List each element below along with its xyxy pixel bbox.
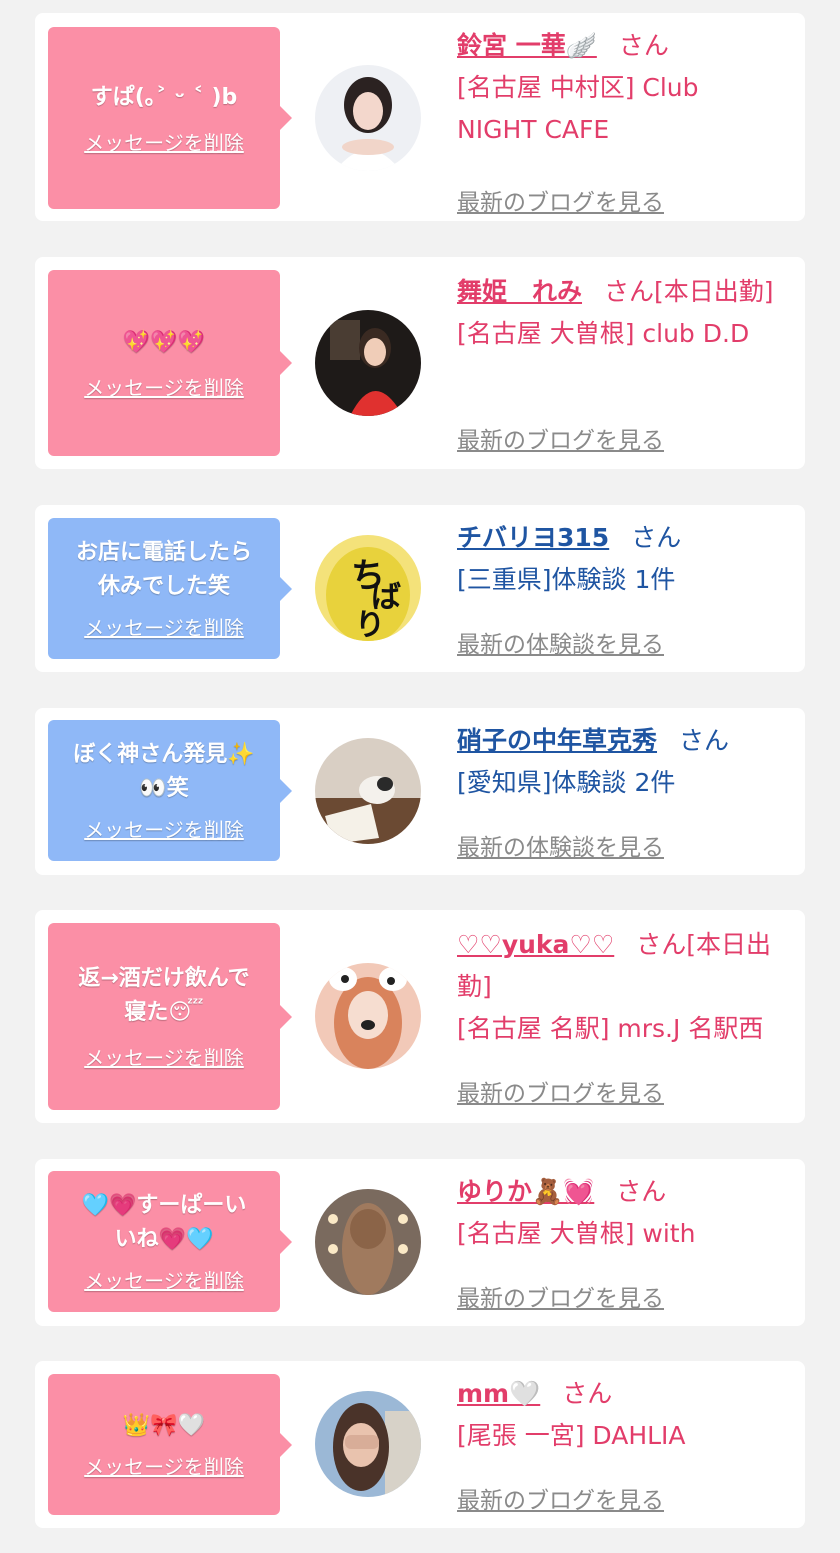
message-card: 返→酒だけ飲んで 寝た😴 メッセージを削除 ♡♡yuka♡♡ さん[本日出勤] [… [35, 910, 805, 1123]
message-bubble: 👑🎀🤍 メッセージを削除 [48, 1374, 292, 1515]
latest-blog-link[interactable]: 最新のブログを見る [457, 1481, 664, 1515]
avatar[interactable] [315, 1189, 421, 1295]
avatar[interactable] [315, 963, 421, 1069]
profile-name-link[interactable]: mm🤍 [457, 1379, 540, 1408]
message-text: すぱ(｡˃ ᵕ ˂ )b [90, 84, 238, 110]
profile-name-link[interactable]: 硝子の中年草克秀 [457, 726, 657, 755]
profile-info: チバリヨ315 さん [三重県]体験談 1件 最新の体験談を見る [457, 517, 797, 658]
review-info: [愛知県]体験談 2件 [457, 768, 676, 797]
message-bubble: 🩵💗すーぱーい いね💗🩵 メッセージを削除 [48, 1171, 292, 1312]
delete-message-link[interactable]: メッセージを削除 [84, 1265, 244, 1294]
message-text: 👑🎀🤍 [122, 1413, 206, 1438]
review-info: [三重県]体験談 1件 [457, 565, 676, 594]
avatar[interactable] [315, 310, 421, 416]
profile-name-link[interactable]: ♡♡yuka♡♡ [457, 930, 614, 959]
message-bubble: 💖💖💖 メッセージを削除 [48, 270, 292, 456]
delete-message-link[interactable]: メッセージを削除 [84, 372, 244, 401]
message-card: ぼく神さん発見✨ 👀笑 メッセージを削除 硝子の中年草克秀 さん [愛知県]体験談… [35, 708, 805, 875]
latest-review-link[interactable]: 最新の体験談を見る [457, 828, 664, 862]
message-card: すぱ(｡˃ ᵕ ˂ )b メッセージを削除 鈴宮 一華🪽 さん [名古屋 中村区]… [35, 13, 805, 221]
latest-blog-link[interactable]: 最新のブログを見る [457, 183, 664, 217]
profile-info: 硝子の中年草克秀 さん [愛知県]体験談 2件 最新の体験談を見る [457, 720, 797, 861]
shop-info: [名古屋 大曽根] with [457, 1219, 696, 1248]
shop-info: [名古屋 名駅] mrs.J 名駅西 [457, 1014, 764, 1043]
honorific: さん [679, 726, 730, 755]
profile-info: 舞姫 れみ さん[本日出勤] [名古屋 大曽根] club D.D 最新のブログを… [457, 271, 797, 454]
honorific: さん [616, 1177, 667, 1206]
message-list: すぱ(｡˃ ᵕ ˂ )b メッセージを削除 鈴宮 一華🪽 さん [名古屋 中村区]… [0, 0, 840, 1553]
shop-info: [名古屋 大曽根] club D.D [457, 319, 750, 348]
message-text: お店に電話したら 休みでした笑 [75, 540, 252, 599]
avatar[interactable] [315, 1391, 421, 1497]
svg-text:り: り [355, 608, 385, 641]
latest-blog-link[interactable]: 最新のブログを見る [457, 421, 664, 455]
honorific: さん [562, 1379, 613, 1408]
profile-name-link[interactable]: ゆりか🧸💓 [457, 1177, 594, 1206]
profile-info: mm🤍 さん [尾張 一宮] DAHLIA 最新のブログを見る [457, 1373, 797, 1514]
delete-message-link[interactable]: メッセージを削除 [84, 1451, 244, 1480]
message-text: 返→酒だけ飲んで 寝た😴 [78, 966, 250, 1025]
profile-info: ゆりか🧸💓 さん [名古屋 大曽根] with 最新のブログを見る [457, 1171, 797, 1312]
message-card: 👑🎀🤍 メッセージを削除 mm🤍 さん [尾張 一宮] DAHLIA 最新のブログ… [35, 1361, 805, 1528]
latest-review-link[interactable]: 最新の体験談を見る [457, 625, 664, 659]
message-card: お店に電話したら 休みでした笑 メッセージを削除 ち ば り チバリヨ315 さん… [35, 505, 805, 672]
delete-message-link[interactable]: メッセージを削除 [84, 127, 244, 156]
status-text: [本日出勤] [654, 277, 774, 306]
message-bubble: ぼく神さん発見✨ 👀笑 メッセージを削除 [48, 720, 292, 861]
profile-name-link[interactable]: 舞姫 れみ [457, 277, 582, 306]
delete-message-link[interactable]: メッセージを削除 [84, 1042, 244, 1071]
profile-info: ♡♡yuka♡♡ さん[本日出勤] [名古屋 名駅] mrs.J 名駅西 最新のブ… [457, 924, 797, 1107]
message-text: 🩵💗すーぱーい いね💗🩵 [81, 1193, 247, 1252]
shop-info: [名古屋 中村区] Club NIGHT CAFE [457, 73, 699, 144]
latest-blog-link[interactable]: 最新のブログを見る [457, 1279, 664, 1313]
message-bubble: お店に電話したら 休みでした笑 メッセージを削除 [48, 518, 292, 659]
honorific: さん [604, 277, 655, 306]
honorific: さん [636, 930, 687, 959]
delete-message-link[interactable]: メッセージを削除 [84, 814, 244, 843]
message-card: 🩵💗すーぱーい いね💗🩵 メッセージを削除 ゆりか🧸💓 さん [名古屋 大曽根] … [35, 1159, 805, 1326]
message-bubble: 返→酒だけ飲んで 寝た😴 メッセージを削除 [48, 923, 292, 1110]
profile-name-link[interactable]: チバリヨ315 [457, 523, 609, 552]
avatar[interactable] [315, 65, 421, 171]
message-text: ぼく神さん発見✨ 👀笑 [73, 742, 255, 801]
profile-name-link[interactable]: 鈴宮 一華🪽 [457, 31, 597, 60]
latest-blog-link[interactable]: 最新のブログを見る [457, 1074, 664, 1108]
avatar[interactable] [315, 738, 421, 844]
profile-info: 鈴宮 一華🪽 さん [名古屋 中村区] Club NIGHT CAFE 最新のブロ… [457, 25, 797, 216]
honorific: さん [618, 31, 669, 60]
message-card: 💖💖💖 メッセージを削除 舞姫 れみ さん[本日出勤] [名古屋 大曽根] clu… [35, 257, 805, 469]
avatar[interactable]: ち ば り [315, 535, 421, 641]
honorific: さん [631, 523, 682, 552]
shop-info: [尾張 一宮] DAHLIA [457, 1421, 686, 1450]
message-text: 💖💖💖 [122, 329, 206, 355]
message-bubble: すぱ(｡˃ ᵕ ˂ )b メッセージを削除 [48, 27, 292, 209]
delete-message-link[interactable]: メッセージを削除 [84, 612, 244, 641]
